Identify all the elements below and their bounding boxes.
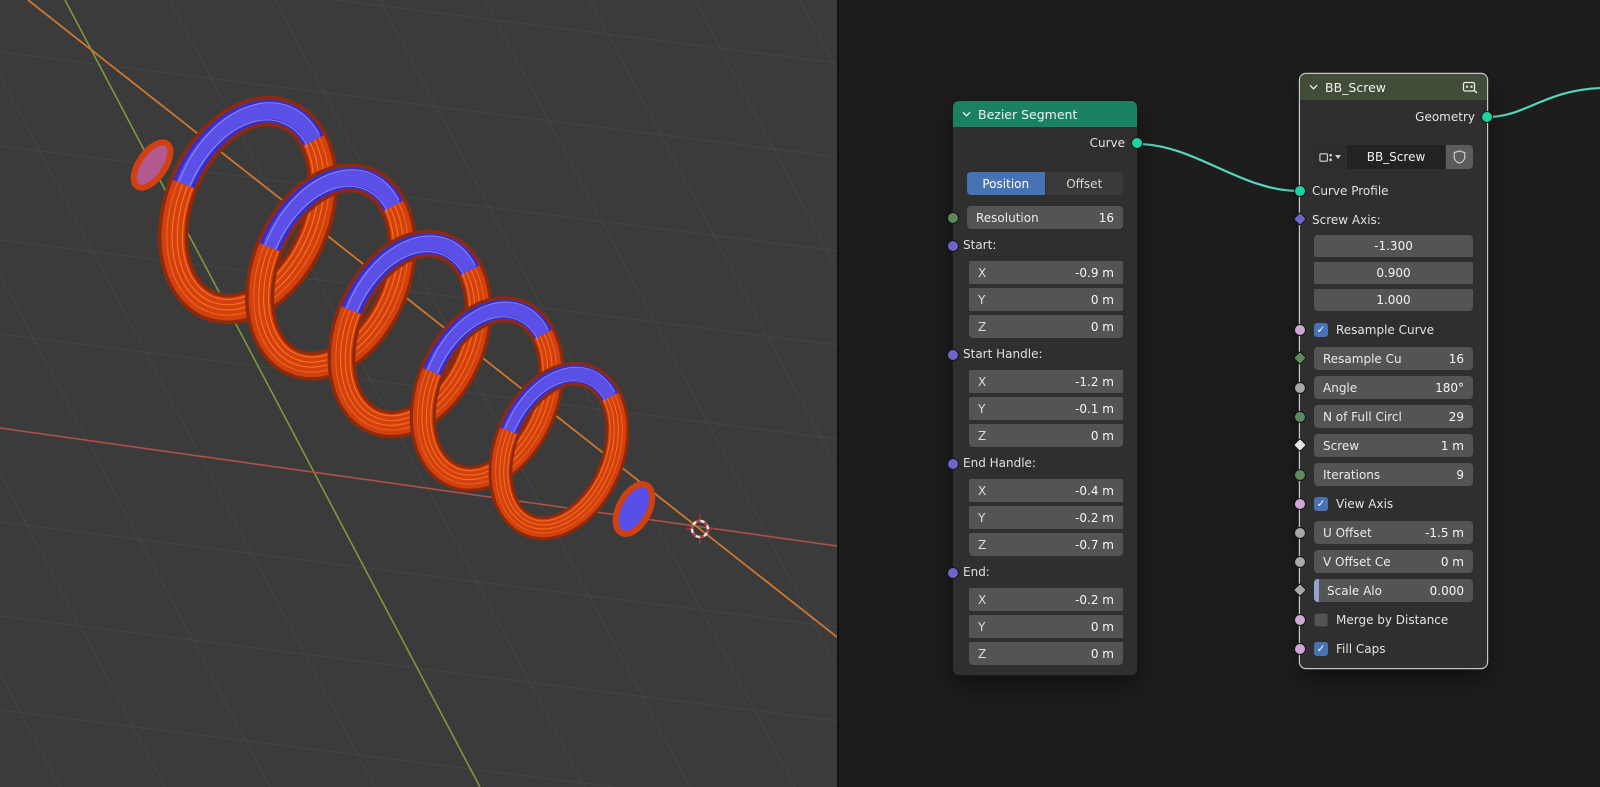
start-y-field[interactable]: Y 0 m	[969, 288, 1123, 311]
curve-output-row: Curve	[953, 127, 1137, 159]
socket-view-axis[interactable]	[1295, 499, 1305, 509]
node-tree-icon	[1319, 152, 1332, 162]
screw-axis-z-field[interactable]: 1.000	[1314, 289, 1473, 311]
param-angle[interactable]: Angle 180°	[1314, 376, 1473, 399]
socket-curve-output[interactable]	[1132, 138, 1142, 148]
check-icon: ✓	[1316, 323, 1326, 336]
end-handle-x-field[interactable]: X -0.4 m	[969, 479, 1123, 502]
end-handle-group: End Handle: X -0.4 m Y -0.2 m Z -0.7 m	[953, 452, 1137, 556]
screw-axis-overlay	[27, 0, 837, 638]
param-resample-curve[interactable]: ✓ Resample Curve	[1300, 318, 1487, 341]
socket-v-offset[interactable]	[1295, 557, 1305, 567]
checkbox-checked[interactable]: ✓	[1314, 641, 1328, 656]
start-z-field[interactable]: Z 0 m	[969, 315, 1123, 338]
curve-profile-label: Curve Profile	[1312, 184, 1389, 198]
param-fill-caps[interactable]: ✓ Fill Caps	[1300, 637, 1487, 660]
socket-full-circles[interactable]	[1295, 412, 1305, 422]
socket-geometry-output[interactable]	[1482, 112, 1492, 122]
param-iterations[interactable]: Iterations 9	[1314, 463, 1473, 486]
ribbon-end-cap	[612, 481, 656, 537]
start-x-field[interactable]: X -0.9 m	[969, 261, 1123, 284]
node-title: BB_Screw	[1325, 79, 1386, 95]
check-icon: ✓	[1316, 497, 1326, 510]
output-label: Curve	[1089, 136, 1125, 150]
socket-start-handle[interactable]	[948, 349, 958, 360]
node-group-selector: BB_Screw	[1314, 145, 1473, 169]
socket-u-offset[interactable]	[1295, 528, 1305, 538]
slider-fill	[1314, 579, 1319, 602]
end-handle-z-field[interactable]: Z -0.7 m	[969, 533, 1123, 556]
socket-end[interactable]	[948, 567, 958, 578]
browse-node-group-button[interactable]	[1314, 145, 1346, 169]
socket-start[interactable]	[948, 240, 958, 251]
bezier-node-header[interactable]: Bezier Segment	[953, 101, 1137, 127]
node-group-icon	[1462, 81, 1478, 93]
node-group-name-field[interactable]: BB_Screw	[1347, 145, 1445, 169]
start-handle-z-field[interactable]: Z 0 m	[969, 424, 1123, 447]
bb-screw-node[interactable]: BB_Screw Geometry BB_Screw Curve Profile	[1293, 74, 1492, 668]
screw-axis-y-field[interactable]: 0.900	[1314, 262, 1473, 284]
checkbox-unchecked[interactable]	[1314, 612, 1328, 627]
shield-icon	[1453, 150, 1466, 164]
checkbox-checked[interactable]: ✓	[1314, 322, 1328, 337]
chevron-down-icon[interactable]	[1309, 84, 1318, 90]
group-label: End:	[963, 565, 990, 579]
socket-angle[interactable]	[1295, 383, 1305, 393]
group-label: Start:	[963, 238, 997, 252]
node-title: Bezier Segment	[978, 106, 1078, 122]
position-button[interactable]: Position	[967, 172, 1045, 195]
param-resample-count[interactable]: Resample Cu 16	[1314, 347, 1473, 370]
group-label: End Handle:	[963, 456, 1036, 470]
start-handle-y-field[interactable]: Y -0.1 m	[969, 397, 1123, 420]
end-handle-y-field[interactable]: Y -0.2 m	[969, 506, 1123, 529]
end-group: End: X -0.2 m Y 0 m Z 0 m	[953, 561, 1137, 665]
socket-merge-by-distance[interactable]	[1295, 615, 1305, 625]
param-scale-along[interactable]: Scale Alo 0.000	[1314, 579, 1473, 602]
param-v-offset[interactable]: V Offset Ce 0 m	[1314, 550, 1473, 573]
geometry-output-row: Geometry	[1300, 100, 1487, 134]
bezier-segment-node[interactable]: Bezier Segment Curve Position Offset Res…	[948, 101, 1142, 675]
spiral-mesh	[126, 78, 659, 552]
socket-resample-curve[interactable]	[1295, 325, 1305, 335]
start-group: Start: X -0.9 m Y 0 m Z 0 m	[953, 234, 1137, 338]
socket-curve-profile[interactable]	[1295, 186, 1305, 196]
end-x-field[interactable]: X -0.2 m	[969, 588, 1123, 611]
checkbox-checked[interactable]: ✓	[1314, 496, 1328, 511]
offset-button[interactable]: Offset	[1045, 172, 1123, 195]
screw-node-header[interactable]: BB_Screw	[1300, 74, 1487, 100]
socket-resolution[interactable]	[948, 212, 958, 223]
screw-axis-x-field[interactable]: -1.300	[1314, 235, 1473, 257]
screw-axis-label: Screw Axis:	[1312, 213, 1381, 227]
mode-toggle: Position Offset	[967, 172, 1123, 195]
param-u-offset[interactable]: U Offset -1.5 m	[1314, 521, 1473, 544]
start-handle-group: Start Handle: X -1.2 m Y -0.1 m Z 0 m	[953, 343, 1137, 447]
socket-iterations[interactable]	[1295, 470, 1305, 480]
param-full-circles[interactable]: N of Full Circl 29	[1314, 405, 1473, 428]
fake-user-button[interactable]	[1446, 145, 1473, 169]
resolution-field[interactable]: Resolution 16	[967, 206, 1123, 229]
end-y-field[interactable]: Y 0 m	[969, 615, 1123, 638]
viewport-scene	[0, 0, 837, 787]
start-handle-x-field[interactable]: X -1.2 m	[969, 370, 1123, 393]
output-label: Geometry	[1415, 110, 1475, 124]
check-icon: ✓	[1316, 642, 1326, 655]
socket-end-handle[interactable]	[948, 458, 958, 469]
socket-fill-caps[interactable]	[1295, 644, 1305, 654]
chevron-down-icon	[1335, 155, 1341, 159]
param-view-axis[interactable]: ✓ View Axis	[1300, 492, 1487, 515]
param-merge-by-distance[interactable]: Merge by Distance	[1300, 608, 1487, 631]
group-label: Start Handle:	[963, 347, 1043, 361]
param-screw[interactable]: Screw 1 m	[1314, 434, 1473, 457]
viewport-3d[interactable]	[0, 0, 837, 787]
end-z-field[interactable]: Z 0 m	[969, 642, 1123, 665]
chevron-down-icon[interactable]	[962, 111, 971, 117]
